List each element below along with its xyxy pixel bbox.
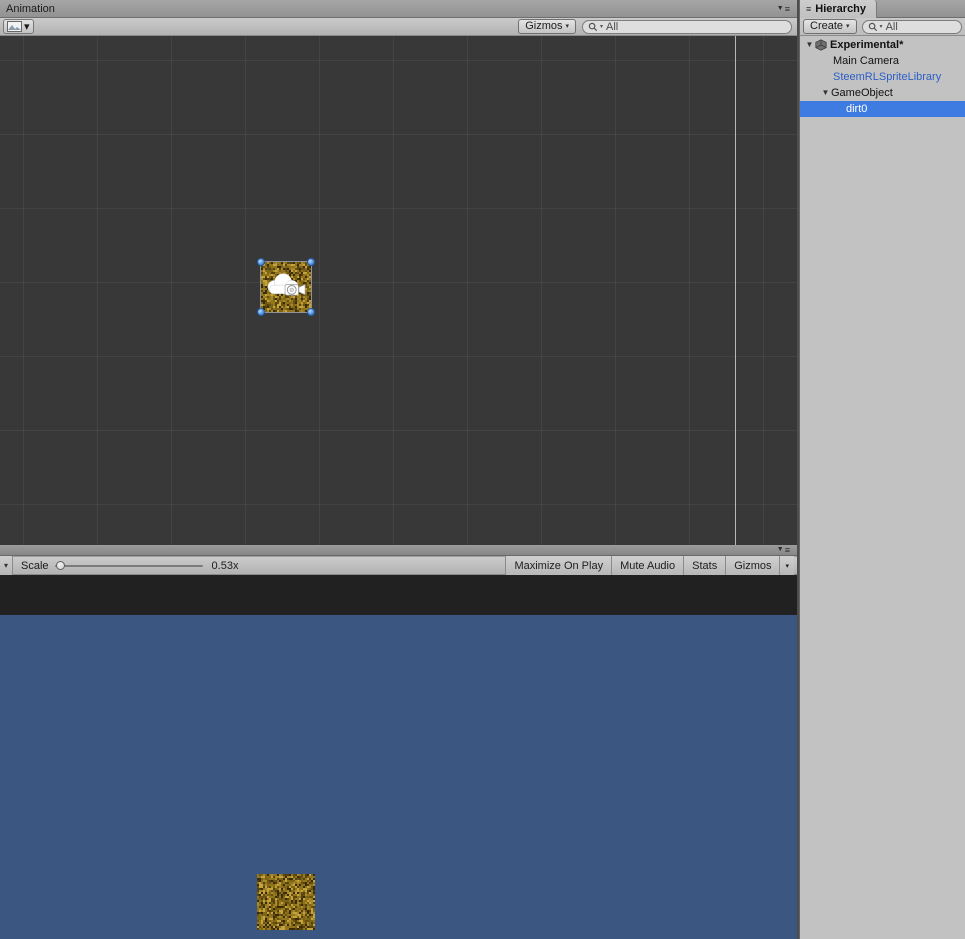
scene-search-text: All: [606, 20, 619, 33]
aspect-dropdown-clipped[interactable]: ▾: [0, 556, 13, 575]
tab-animation[interactable]: Animation: [6, 3, 55, 15]
hierarchy-item-gameobject[interactable]: ▼ GameObject: [800, 85, 965, 101]
game-gizmos-dropdown[interactable]: Gizmos: [725, 556, 780, 575]
game-letterbox: [0, 575, 797, 615]
foldout-open-icon[interactable]: ▼: [804, 37, 815, 53]
hierarchy-item-experimental[interactable]: ▼ Experimental*: [800, 37, 965, 53]
game-sprite-dirt0: [257, 874, 315, 930]
unity-editor-window: Animation ▼≡ ▾ Gizmos ▾ ▾ All ▼≡ ▾ Scale…: [0, 0, 965, 939]
scene-name-label: Experimental*: [830, 39, 904, 51]
foldout-open-icon[interactable]: ▼: [820, 85, 831, 101]
unity-scene-icon: [815, 39, 827, 51]
game-toolbar: ▾ Scale 0.53x Maximize On Play Mute Audi…: [0, 556, 797, 575]
resize-handle-bottom-left[interactable]: [257, 308, 265, 316]
game-toolbar-buttons: Maximize On Play Mute Audio Stats Gizmos…: [505, 556, 794, 575]
hierarchy-toolbar: Create ▾ ▾ All: [800, 18, 965, 36]
stats-button[interactable]: Stats: [683, 556, 726, 575]
scene-viewport[interactable]: [0, 36, 797, 545]
pane-menu-icon[interactable]: ▼≡: [777, 2, 791, 16]
hierarchy-tree: ▼ Experimental* Main Camera SteemRLSprit…: [800, 36, 965, 117]
item-label: GameObject: [831, 87, 893, 99]
stats-label: Stats: [692, 559, 718, 572]
maximize-label: Maximize On Play: [514, 559, 604, 572]
scene-search-input[interactable]: ▾ All: [582, 19, 792, 34]
mute-audio-button[interactable]: Mute Audio: [611, 556, 684, 575]
game-gizmos-arrow[interactable]: ▾: [779, 556, 794, 575]
scale-slider[interactable]: [54, 556, 203, 575]
scale-value: 0.53x: [211, 559, 239, 572]
search-filter-arrow-icon: ▾: [879, 24, 883, 30]
hierarchy-pane: ≡ Hierarchy Create ▾ ▾ All ▼ Experimenta…: [799, 0, 965, 939]
view-options-button[interactable]: ▾: [3, 19, 34, 34]
resize-handle-top-right[interactable]: [307, 258, 315, 266]
resize-handle-bottom-right[interactable]: [307, 308, 315, 316]
maximize-on-play-button[interactable]: Maximize On Play: [505, 556, 612, 575]
hierarchy-item-main-camera[interactable]: Main Camera: [800, 53, 965, 69]
create-button[interactable]: Create ▾: [803, 19, 857, 34]
chevron-down-icon: ▾: [785, 562, 789, 570]
view-options-icon: [7, 21, 22, 32]
item-label: dirt0: [846, 103, 868, 115]
pane-menu-icon[interactable]: ▼≡: [777, 543, 791, 557]
scene-gizmos-dropdown[interactable]: Gizmos ▾: [518, 19, 576, 34]
slider-track: [54, 565, 203, 567]
game-viewport[interactable]: [0, 615, 797, 939]
dirt-texture: [257, 874, 315, 930]
hierarchy-item-steemrlspritelibrary[interactable]: SteemRLSpriteLibrary: [800, 69, 965, 85]
chevron-down-icon: ▾: [846, 23, 850, 30]
camera-frustum-line: [735, 36, 736, 545]
hierarchy-tabstrip: ≡ Hierarchy: [800, 0, 965, 18]
view-options-arrow-icon: ▾: [24, 21, 30, 33]
game-pane: ▼≡ ▾ Scale 0.53x Maximize On Play Mute A…: [0, 545, 797, 939]
resize-handle-top-left[interactable]: [257, 258, 265, 266]
search-icon: [868, 22, 877, 31]
search-icon: [588, 22, 598, 31]
game-gizmos-label: Gizmos: [734, 559, 772, 572]
hierarchy-search-text: All: [885, 20, 898, 33]
scene-toolbar: ▾ Gizmos ▾ ▾ All: [0, 18, 797, 36]
chevron-down-icon: ▾: [565, 23, 569, 30]
tab-hierarchy[interactable]: ≡ Hierarchy: [800, 0, 878, 18]
scene-pane: Animation ▼≡ ▾ Gizmos ▾ ▾ All: [0, 0, 797, 545]
hierarchy-tab-label: Hierarchy: [815, 2, 867, 15]
mute-label: Mute Audio: [620, 559, 676, 572]
search-filter-arrow-icon: ▾: [600, 24, 604, 30]
chevron-down-icon: ▾: [3, 561, 8, 570]
selected-sprite-dirt0[interactable]: [257, 258, 315, 316]
scene-gizmos-label: Gizmos: [525, 20, 563, 32]
scene-tabstrip: Animation ▼≡: [0, 0, 797, 18]
hierarchy-item-dirt0[interactable]: dirt0: [800, 101, 965, 117]
game-tabstrip: ▼≡: [0, 545, 797, 556]
item-label: SteemRLSpriteLibrary: [833, 71, 942, 83]
create-label: Create: [810, 20, 844, 32]
slider-knob[interactable]: [55, 561, 65, 570]
hierarchy-search-input[interactable]: ▾ All: [861, 19, 962, 34]
item-label: Main Camera: [833, 55, 900, 67]
scale-label: Scale: [21, 559, 49, 572]
pane-list-icon: ≡: [806, 3, 812, 14]
camera-gizmo-icon: [267, 273, 306, 296]
